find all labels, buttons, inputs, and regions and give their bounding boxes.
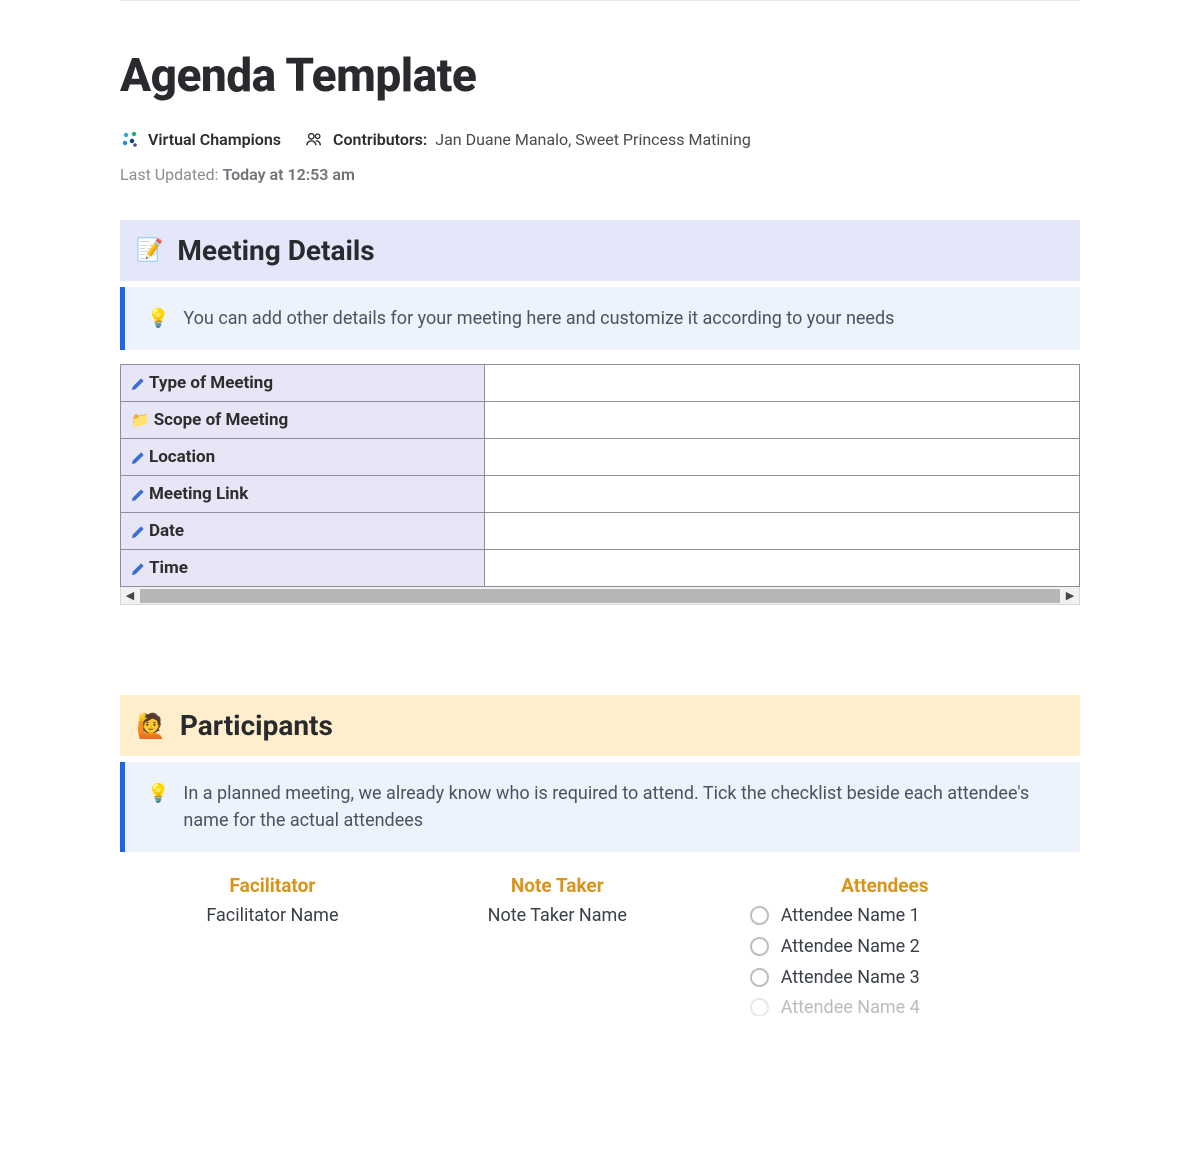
attendee-checkbox[interactable] xyxy=(750,998,769,1016)
pen-icon xyxy=(131,522,145,540)
contributors-meta[interactable]: Contributors: Jan Duane Manalo, Sweet Pr… xyxy=(305,129,751,149)
team-name: Virtual Champions xyxy=(148,130,281,149)
table-row: 📁Scope of Meeting xyxy=(121,402,1080,439)
table-row: Time xyxy=(121,550,1080,587)
detail-label-cell[interactable]: Meeting Link xyxy=(121,476,485,513)
note-taker-label: Note Taker xyxy=(415,874,700,897)
attendee-name[interactable]: Attendee Name 1 xyxy=(781,905,920,926)
facilitator-name[interactable]: Facilitator Name xyxy=(130,905,415,926)
attendee-row: Attendee Name 2 xyxy=(750,936,1070,957)
facilitator-column: Facilitator Facilitator Name xyxy=(130,874,415,1026)
detail-value-cell[interactable] xyxy=(485,365,1080,402)
meeting-details-header: 📝 Meeting Details xyxy=(120,220,1080,281)
raising-hand-icon: 🙋 xyxy=(136,712,166,740)
attendee-name[interactable]: Attendee Name 4 xyxy=(781,998,920,1016)
detail-label-cell[interactable]: 📁Scope of Meeting xyxy=(121,402,485,439)
detail-value-cell[interactable] xyxy=(485,476,1080,513)
detail-label-cell[interactable]: Type of Meeting xyxy=(121,365,485,402)
detail-value-cell[interactable] xyxy=(485,439,1080,476)
meeting-details-tip: 💡 You can add other details for your mee… xyxy=(120,287,1080,350)
contributors-label: Contributors: xyxy=(333,130,427,149)
detail-label-cell[interactable]: Time xyxy=(121,550,485,587)
document-container: Agenda Template Virtual Champions xyxy=(120,0,1080,1026)
pen-icon xyxy=(131,448,145,466)
note-taker-column: Note Taker Note Taker Name xyxy=(415,874,700,1026)
meeting-details-table: Type of Meeting 📁Scope of Meeting Location… xyxy=(120,364,1080,587)
participants-title: Participants xyxy=(180,709,333,742)
detail-label-text: Meeting Link xyxy=(149,484,248,504)
attendee-checkbox[interactable] xyxy=(750,968,769,987)
contributors-icon xyxy=(305,129,325,149)
last-updated-value: Today at 12:53 am xyxy=(222,165,354,184)
page-title: Agenda Template xyxy=(120,49,1080,103)
scrollbar-track[interactable] xyxy=(140,589,1060,603)
attendee-checkbox[interactable] xyxy=(750,906,769,925)
detail-value-cell[interactable] xyxy=(485,402,1080,439)
scroll-right-arrow-icon[interactable]: ▶ xyxy=(1061,587,1079,605)
participants-header: 🙋 Participants xyxy=(120,695,1080,756)
lightbulb-icon: 💡 xyxy=(147,780,169,807)
folder-icon: 📁 xyxy=(131,411,150,429)
detail-value-cell[interactable] xyxy=(485,513,1080,550)
meeting-details-title: Meeting Details xyxy=(177,234,374,267)
meeting-details-tip-text: You can add other details for your meeti… xyxy=(183,305,894,332)
memo-icon: 📝 xyxy=(136,238,163,263)
team-meta[interactable]: Virtual Champions xyxy=(120,129,281,149)
attendee-checkbox[interactable] xyxy=(750,937,769,956)
detail-label-text: Time xyxy=(149,558,188,578)
last-updated: Last Updated: Today at 12:53 am xyxy=(120,165,1080,184)
detail-label-cell[interactable]: Location xyxy=(121,439,485,476)
attendee-row: Attendee Name 4 xyxy=(750,998,1070,1016)
attendees-label: Attendees xyxy=(700,874,1070,897)
meta-row: Virtual Champions Contributors: Jan Duan… xyxy=(120,129,1080,149)
spacer xyxy=(120,605,1080,695)
attendee-name[interactable]: Attendee Name 3 xyxy=(781,967,920,988)
pen-icon xyxy=(131,559,145,577)
table-row: Date xyxy=(121,513,1080,550)
attendee-row: Attendee Name 3 xyxy=(750,967,1070,988)
participants-tip-text: In a planned meeting, we already know wh… xyxy=(183,780,1058,834)
scroll-left-arrow-icon[interactable]: ◀ xyxy=(121,587,139,605)
table-row: Location xyxy=(121,439,1080,476)
detail-value-cell[interactable] xyxy=(485,550,1080,587)
detail-label-text: Type of Meeting xyxy=(149,373,273,393)
participants-grid: Facilitator Facilitator Name Note Taker … xyxy=(120,874,1080,1026)
table-row: Meeting Link xyxy=(121,476,1080,513)
attendee-name[interactable]: Attendee Name 2 xyxy=(781,936,920,957)
participants-tip: 💡 In a planned meeting, we already know … xyxy=(120,762,1080,852)
detail-label-text: Scope of Meeting xyxy=(154,410,289,430)
team-logo-icon xyxy=(120,129,140,149)
last-updated-label: Last Updated: xyxy=(120,165,218,184)
contributors-value: Jan Duane Manalo, Sweet Princess Matinin… xyxy=(435,130,751,149)
attendee-row: Attendee Name 1 xyxy=(750,905,1070,926)
detail-label-text: Location xyxy=(149,447,215,467)
lightbulb-icon: 💡 xyxy=(147,305,169,332)
note-taker-name[interactable]: Note Taker Name xyxy=(415,905,700,926)
facilitator-label: Facilitator xyxy=(130,874,415,897)
horizontal-scrollbar[interactable]: ◀ ▶ xyxy=(120,587,1080,605)
table-row: Type of Meeting xyxy=(121,365,1080,402)
detail-label-cell[interactable]: Date xyxy=(121,513,485,550)
attendees-column: Attendees Attendee Name 1 Attendee Name 2… xyxy=(700,874,1070,1026)
pen-icon xyxy=(131,485,145,503)
pen-icon xyxy=(131,374,145,392)
detail-label-text: Date xyxy=(149,521,184,541)
